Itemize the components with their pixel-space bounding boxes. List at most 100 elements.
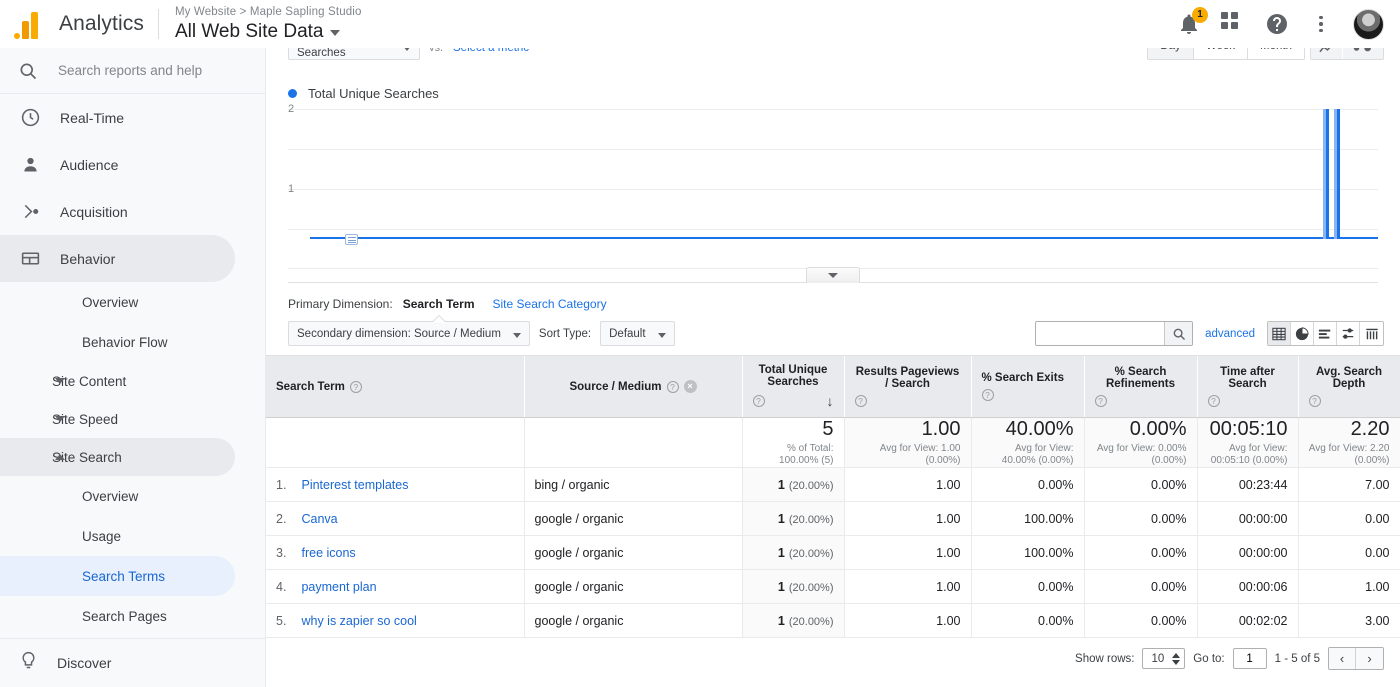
avatar[interactable] bbox=[1353, 8, 1384, 40]
metric-select-value: Total Unique Searches bbox=[297, 48, 346, 59]
search-icon[interactable] bbox=[1164, 322, 1193, 345]
help-icon[interactable]: ? bbox=[666, 380, 679, 393]
sidebar-item-discover[interactable]: Discover bbox=[0, 638, 265, 687]
sidebar-item-search-pages[interactable]: Search Pages bbox=[0, 596, 235, 636]
previous-page-button[interactable]: ‹ bbox=[1329, 648, 1356, 669]
summary-blank bbox=[524, 417, 743, 468]
granularity-month[interactable]: Month bbox=[1248, 48, 1304, 59]
sidebar-search[interactable] bbox=[0, 48, 265, 94]
search-term-link[interactable]: free icons bbox=[301, 546, 355, 560]
collapse-chart-button[interactable] bbox=[806, 267, 860, 283]
column-header-search-exits[interactable]: % Search Exits ? bbox=[971, 356, 1085, 418]
help-icon[interactable]: ? bbox=[752, 395, 765, 407]
column-label: % Search Refinements bbox=[1105, 366, 1176, 390]
stepper-icon bbox=[1172, 652, 1181, 665]
notifications-bell-icon[interactable]: 1 bbox=[1177, 7, 1208, 36]
help-icon[interactable]: ? bbox=[981, 389, 994, 401]
help-icon[interactable]: ? bbox=[349, 380, 362, 393]
goto-page-input[interactable] bbox=[1232, 648, 1267, 669]
help-icon[interactable]: ? bbox=[1094, 395, 1107, 407]
comparison-view-icon[interactable] bbox=[1337, 322, 1360, 345]
sidebar-item-search-terms[interactable]: Search Terms bbox=[0, 556, 235, 596]
cell-avg-search-depth: 0.00 bbox=[1298, 501, 1400, 536]
cell-time-after-search: 00:23:44 bbox=[1197, 467, 1299, 502]
primary-dimension-search-term[interactable]: Search Term bbox=[403, 297, 475, 311]
account-selector[interactable]: My Website > Maple Sapling Studio All We… bbox=[175, 5, 362, 44]
sidebar-item-label: Discover bbox=[57, 655, 112, 671]
line-chart-icon[interactable] bbox=[1311, 48, 1342, 59]
cell-avg-search-depth: 1.00 bbox=[1298, 569, 1400, 604]
apps-grid-icon[interactable] bbox=[1221, 12, 1245, 36]
chart-controls: Total Unique Searches vs. Select a metri… bbox=[266, 48, 1400, 75]
header-divider bbox=[157, 9, 159, 39]
sidebar-item-behavior-flow[interactable]: Behavior Flow bbox=[0, 322, 235, 362]
column-header-time-after-search[interactable]: Time after Search ? bbox=[1197, 356, 1299, 418]
pivot-view-icon[interactable] bbox=[1360, 322, 1383, 345]
column-label: Results Pageviews / Search bbox=[855, 366, 960, 390]
view-selector[interactable]: All Web Site Data bbox=[175, 20, 362, 44]
table-search[interactable] bbox=[1035, 321, 1194, 346]
sidebar-item-real-time[interactable]: Real-Time bbox=[0, 94, 235, 141]
column-header-results-pageviews-per-search[interactable]: Results Pageviews / Search ? bbox=[844, 356, 972, 418]
search-term-link[interactable]: payment plan bbox=[301, 580, 376, 594]
next-page-button[interactable]: › bbox=[1356, 648, 1383, 669]
sidebar-item-site-search-usage[interactable]: Usage bbox=[0, 516, 235, 556]
pie-view-icon[interactable] bbox=[1291, 322, 1314, 345]
sidebar-item-behavior[interactable]: Behavior bbox=[0, 235, 235, 282]
primary-dimension-bar: Primary Dimension: Search Term Site Sear… bbox=[266, 283, 1400, 311]
cell-search-term: 5. why is zapier so cool bbox=[266, 603, 525, 638]
sidebar-item-site-search-overview[interactable]: Overview bbox=[0, 476, 235, 516]
granularity-day[interactable]: Day bbox=[1148, 48, 1194, 59]
table-search-input[interactable] bbox=[1036, 322, 1165, 345]
granularity-week[interactable]: Week bbox=[1193, 48, 1249, 59]
help-icon[interactable]: ? bbox=[1308, 395, 1321, 407]
granularity-toggle[interactable]: Day Week Month bbox=[1147, 48, 1305, 60]
table-row: 2. Canva google / organic 1 (20.00%) 1.00… bbox=[266, 501, 1400, 536]
sort-type-value: Default bbox=[609, 327, 646, 340]
chart-series-line bbox=[310, 236, 1378, 239]
column-header-total-unique-searches[interactable]: Total Unique Searches ? ↓ bbox=[742, 356, 845, 418]
metric-select[interactable]: Total Unique Searches bbox=[288, 48, 420, 60]
sidebar-group-site-speed[interactable]: Site Speed bbox=[0, 400, 235, 438]
table-view-icon[interactable] bbox=[1268, 322, 1291, 345]
select-a-metric-link[interactable]: Select a metric bbox=[453, 48, 529, 54]
cell-time-after-search: 00:00:00 bbox=[1197, 501, 1299, 536]
help-icon[interactable]: ? bbox=[1207, 395, 1220, 407]
secondary-dimension-select[interactable]: Secondary dimension: Source / Medium bbox=[288, 321, 530, 346]
search-term-link[interactable]: why is zapier so cool bbox=[301, 614, 416, 628]
search-input[interactable] bbox=[58, 63, 248, 78]
column-header-search-refinements[interactable]: % Search Refinements ? bbox=[1084, 356, 1198, 418]
summary-value: 2.20 bbox=[1350, 418, 1390, 440]
column-header-search-term[interactable]: Search Term ? bbox=[266, 356, 525, 418]
sidebar-item-behavior-overview[interactable]: Overview bbox=[0, 282, 235, 322]
main-content: Total Unique Searches vs. Select a metri… bbox=[266, 48, 1400, 687]
column-header-source-medium[interactable]: Source / Medium ? × bbox=[524, 356, 743, 418]
sidebar-group-site-content[interactable]: Site Content bbox=[0, 362, 235, 400]
sidebar-item-audience[interactable]: Audience bbox=[0, 141, 235, 188]
sort-type-select[interactable]: Default bbox=[600, 321, 675, 346]
help-icon[interactable]: ? bbox=[854, 395, 867, 407]
show-rows-select[interactable]: 10 bbox=[1142, 648, 1186, 669]
advanced-link[interactable]: advanced bbox=[1205, 328, 1255, 340]
chevron-up-icon bbox=[55, 454, 65, 460]
column-header-avg-search-depth[interactable]: Avg. Search Depth ? bbox=[1298, 356, 1400, 418]
sort-descending-icon[interactable]: ↓ bbox=[827, 393, 834, 409]
chart-options-icon[interactable] bbox=[1343, 48, 1383, 59]
more-options-icon[interactable] bbox=[1309, 12, 1333, 36]
summary-avg-search-depth: 2.20 Avg for View: 2.20 (0.00%) bbox=[1298, 417, 1400, 468]
chart-annotation-marker[interactable] bbox=[345, 234, 358, 245]
sidebar-item-acquisition[interactable]: Acquisition bbox=[0, 188, 235, 235]
sidebar-subitem-label: Search Terms bbox=[82, 568, 166, 584]
remove-secondary-dimension-icon[interactable]: × bbox=[683, 380, 697, 393]
show-rows-value: 10 bbox=[1151, 652, 1165, 665]
summary-sub: Avg for View: 0.00% (0.00%) bbox=[1096, 443, 1187, 466]
summary-search-exits: 40.00% Avg for View: 40.00% (0.00%) bbox=[971, 417, 1085, 468]
table-row: 3. free icons google / organic 1 (20.00%)… bbox=[266, 535, 1400, 570]
search-term-link[interactable]: Pinterest templates bbox=[301, 478, 408, 492]
search-term-link[interactable]: Canva bbox=[301, 512, 337, 526]
sidebar-subitem-label: Behavior Flow bbox=[82, 334, 168, 350]
primary-dimension-site-search-category[interactable]: Site Search Category bbox=[493, 297, 607, 311]
sidebar-group-site-search[interactable]: Site Search bbox=[0, 438, 235, 476]
bar-view-icon[interactable] bbox=[1314, 322, 1337, 345]
help-icon[interactable] bbox=[1265, 12, 1289, 36]
